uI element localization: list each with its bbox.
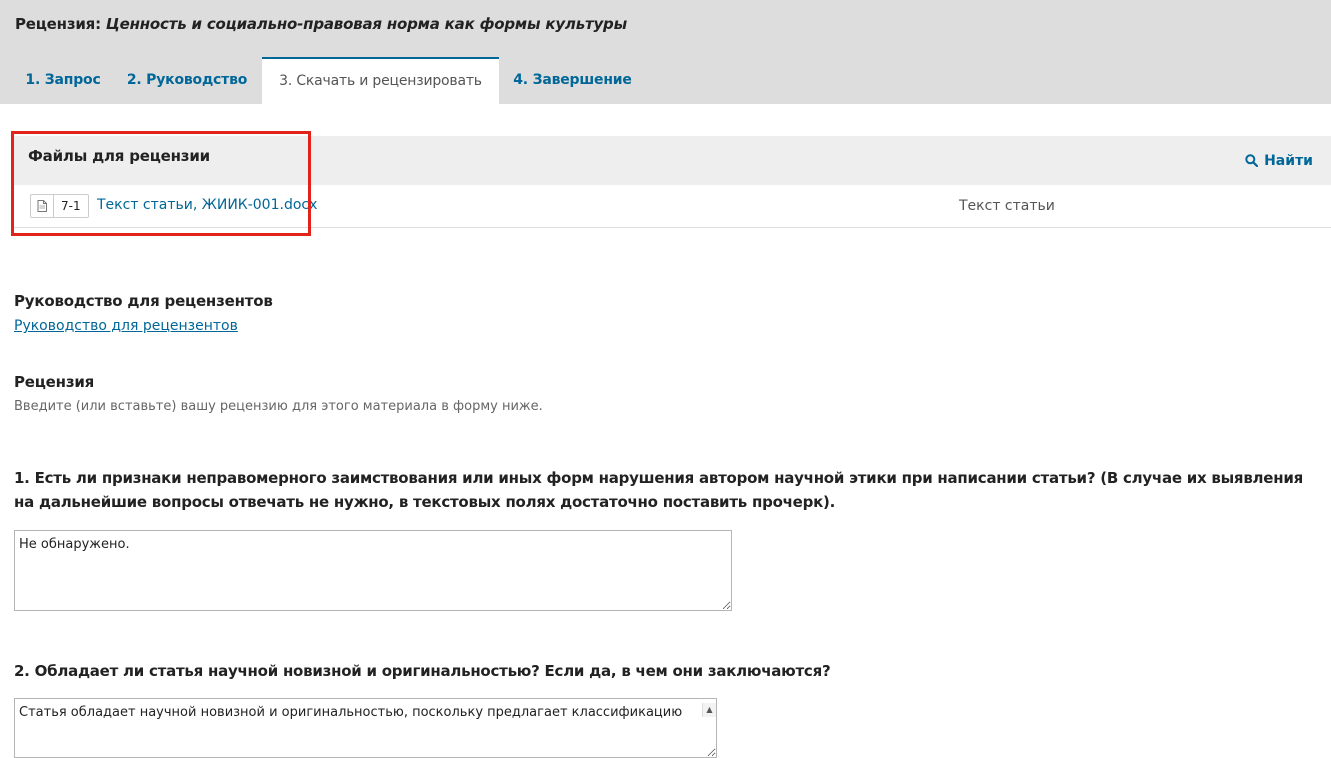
- find-button[interactable]: Найти: [1245, 153, 1313, 169]
- question-1-answer[interactable]: Не обнаружено.: [14, 530, 732, 611]
- tab-download-review[interactable]: 3. Скачать и рецензировать: [262, 57, 499, 104]
- question-2-answer[interactable]: Статья обладает научной новизной и ориги…: [14, 698, 717, 758]
- file-id: 7-1: [61, 199, 81, 213]
- scroll-up-arrow-icon[interactable]: ▲: [702, 703, 716, 717]
- file-download-link[interactable]: Текст статьи, ЖИИК-001.docx: [97, 197, 317, 213]
- tab-guidelines[interactable]: 2. Руководство: [118, 57, 256, 104]
- title-prefix: Рецензия:: [15, 15, 106, 33]
- question-1-text: 1. Есть ли признаки неправомерного заимс…: [14, 469, 1303, 511]
- review-heading: Рецензия: [14, 373, 95, 391]
- guidelines-link[interactable]: Руководство для рецензентов: [14, 318, 238, 334]
- file-row: 7-1 Текст статьи, ЖИИК-001.docx Текст ст…: [14, 185, 1331, 227]
- search-icon: [1245, 154, 1259, 168]
- guidelines-heading: Руководство для рецензентов: [14, 292, 273, 310]
- tab-completion[interactable]: 4. Завершение: [505, 57, 640, 104]
- page-title: Рецензия: Ценность и социально-правовая …: [15, 15, 627, 33]
- review-files-panel: Файлы для рецензии Найти 7-1 Текст стать…: [14, 136, 1331, 228]
- review-files-title: Файлы для рецензии: [28, 147, 210, 165]
- question-2-text: 2. Обладает ли статья научной новизной и…: [14, 662, 831, 680]
- file-badge: 7-1: [30, 194, 89, 218]
- page-header: Рецензия: Ценность и социально-правовая …: [0, 0, 1331, 104]
- review-files-header: Файлы для рецензии Найти: [14, 136, 1331, 185]
- find-button-label: Найти: [1264, 153, 1313, 169]
- tab-request[interactable]: 1. Запрос: [15, 57, 111, 104]
- file-type: Текст статьи: [959, 198, 1055, 214]
- document-icon: [31, 195, 54, 217]
- submission-title: Ценность и социально-правовая норма как …: [105, 15, 627, 33]
- review-description: Введите (или вставьте) вашу рецензию для…: [14, 399, 543, 414]
